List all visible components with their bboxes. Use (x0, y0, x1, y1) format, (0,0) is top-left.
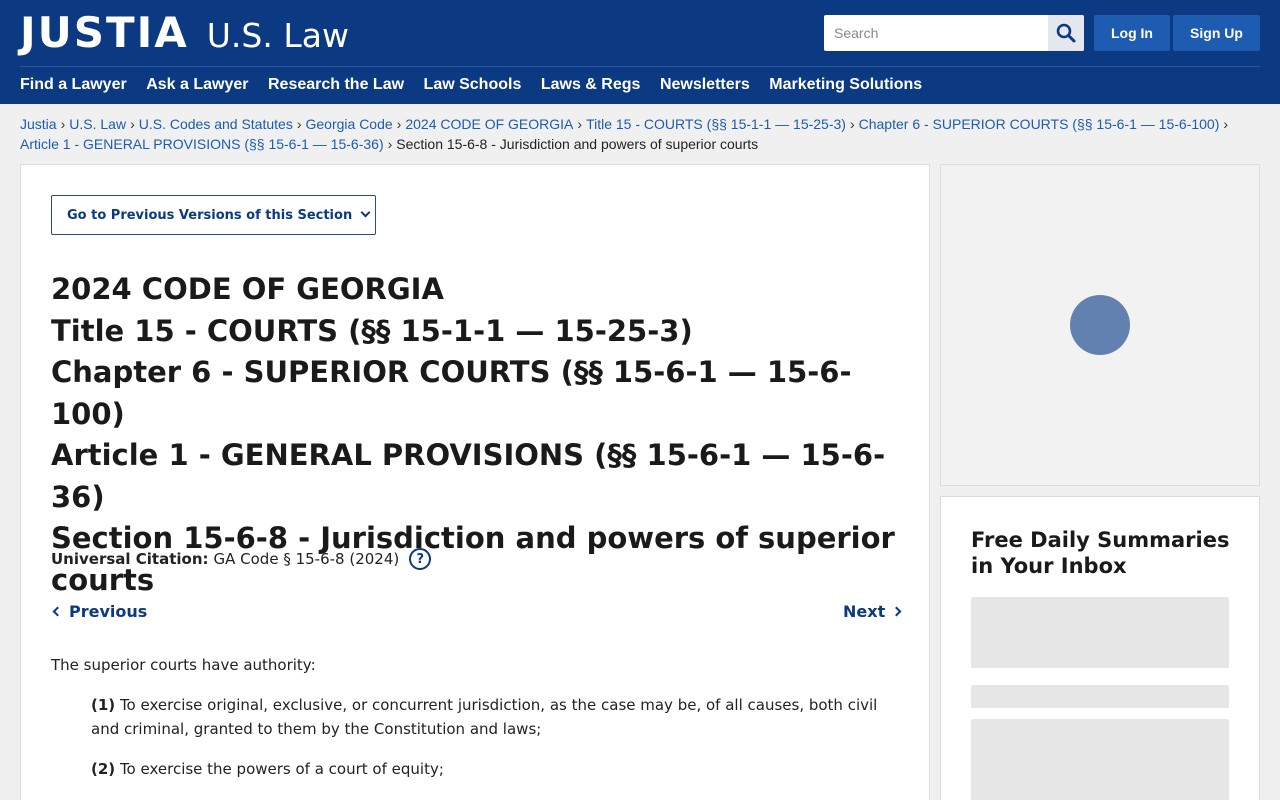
title-title: Title 15 - COURTS (§§ 15-1-1 — 15-25-3) (51, 313, 693, 348)
search-box (824, 15, 1084, 51)
breadcrumb-link[interactable]: Justia (20, 116, 57, 132)
breadcrumb-separator: › (396, 116, 402, 132)
breadcrumb-link[interactable]: Title 15 - COURTS (§§ 15-1-1 — 15-25-3) (586, 116, 846, 132)
nav-marketing-solutions[interactable]: Marketing Solutions (769, 76, 922, 94)
breadcrumb-separator: › (130, 116, 135, 132)
item-text: To exercise the powers of a court of equ… (119, 760, 444, 778)
title-article: Article 1 - GENERAL PROVISIONS (§§ 15-6-… (51, 438, 886, 514)
previous-link[interactable]: Previous (51, 602, 147, 621)
item-text: To exercise original, exclusive, or conc… (91, 696, 878, 738)
search-icon (1056, 23, 1076, 43)
signup-button[interactable]: Sign Up (1173, 15, 1260, 51)
login-button[interactable]: Log In (1094, 15, 1170, 51)
search-input[interactable] (824, 15, 1048, 51)
newsletter-placeholder (971, 719, 1229, 800)
breadcrumb-link[interactable]: 2024 CODE OF GEORGIA (405, 116, 573, 132)
nav-ask-a-lawyer[interactable]: Ask a Lawyer (146, 76, 248, 94)
breadcrumb-separator: › (1223, 116, 1229, 132)
citation-label: Universal Citation: (51, 550, 209, 568)
nav-laws-regs[interactable]: Laws & Regs (541, 76, 641, 94)
next-label: Next (843, 602, 886, 621)
breadcrumb-separator: › (60, 116, 66, 132)
statute-text: The superior courts have authority: (1) … (51, 653, 901, 797)
breadcrumb-link[interactable]: Chapter 6 - SUPERIOR COURTS (§§ 15-6-1 —… (859, 116, 1220, 132)
statute-intro: The superior courts have authority: (51, 656, 316, 674)
breadcrumb: Justia › U.S. Law › U.S. Codes and Statutes ›… (20, 114, 1260, 154)
newsletter-placeholder (971, 597, 1229, 668)
breadcrumb-link[interactable]: Georgia Code (306, 116, 393, 132)
statute-item: (2) To exercise the powers of a court of… (51, 757, 901, 781)
breadcrumb-current: Section 15-6-8 - Jurisdiction and powers… (396, 136, 759, 152)
next-link[interactable]: Next (843, 602, 902, 621)
statute-item: (1) To exercise original, exclusive, or … (51, 693, 901, 741)
breadcrumb-separator: › (387, 136, 393, 152)
site-header: JUSTIA U.S. Law Log In Sign Up Find a La… (0, 0, 1280, 104)
nav-newsletters[interactable]: Newsletters (660, 76, 750, 94)
chevron-down-icon (360, 207, 371, 217)
breadcrumb-separator: › (849, 116, 855, 132)
ad-slot (940, 164, 1260, 486)
chevron-left-icon (52, 606, 63, 617)
main-nav: Find a Lawyer Ask a Lawyer Research the … (20, 66, 942, 104)
previous-label: Previous (69, 602, 148, 621)
citation-value: GA Code § 15-6-8 (2024) (213, 550, 400, 568)
logo-main-text: JUSTIA (20, 8, 189, 57)
title-chapter: Chapter 6 - SUPERIOR COURTS (§§ 15-6-1 —… (51, 355, 852, 431)
item-number: (1) (91, 696, 116, 714)
help-icon[interactable]: ? (409, 548, 432, 570)
title-code: 2024 CODE OF GEORGIA (51, 272, 444, 306)
newsletter-widget: Free Daily Summaries in Your Inbox (940, 496, 1260, 800)
nav-research-the-law[interactable]: Research the Law (268, 76, 404, 94)
breadcrumb-link[interactable]: Article 1 - GENERAL PROVISIONS (§§ 15-6-… (20, 136, 384, 152)
breadcrumb-link[interactable]: U.S. Codes and Statutes (139, 116, 293, 132)
loading-spinner (1070, 295, 1130, 355)
main-content: Go to Previous Versions of this Section … (20, 164, 930, 800)
breadcrumb-separator: › (577, 116, 583, 132)
search-button[interactable] (1048, 15, 1084, 51)
logo-sub-text: U.S. Law (206, 16, 349, 55)
previous-versions-label: Go to Previous Versions of this Section (67, 207, 353, 223)
nav-law-schools[interactable]: Law Schools (424, 76, 522, 94)
justia-logo[interactable]: JUSTIA U.S. Law (20, 8, 349, 57)
breadcrumb-separator: › (296, 116, 302, 132)
universal-citation: Universal Citation: GA Code § 15-6-8 (20… (51, 545, 432, 573)
breadcrumb-link[interactable]: U.S. Law (69, 116, 126, 132)
newsletter-placeholder (971, 685, 1229, 708)
previous-versions-dropdown[interactable]: Go to Previous Versions of this Section (51, 195, 376, 235)
nav-find-a-lawyer[interactable]: Find a Lawyer (20, 76, 127, 94)
newsletter-title: Free Daily Summaries in Your Inbox (971, 528, 1230, 578)
chevron-right-icon (891, 606, 902, 617)
item-number: (2) (91, 760, 116, 778)
